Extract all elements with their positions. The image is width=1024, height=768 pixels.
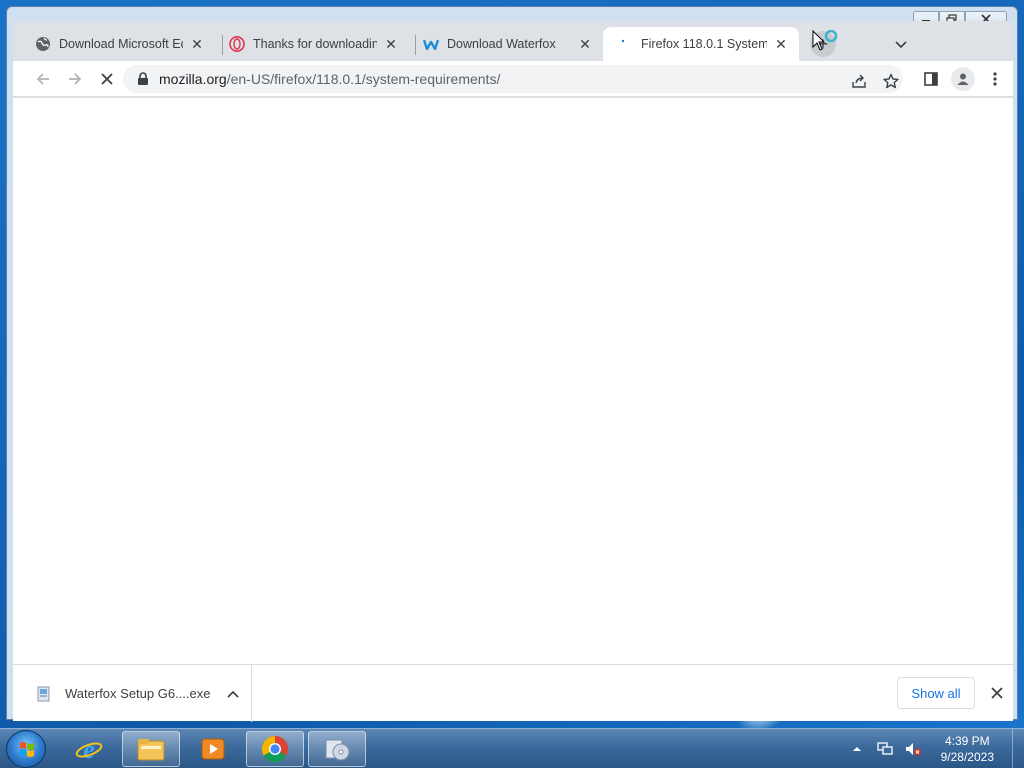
star-icon	[883, 73, 899, 89]
chevron-up-icon	[227, 690, 239, 698]
tab-title: Firefox 118.0.1 System Requirements	[641, 37, 767, 51]
side-panel-icon	[924, 72, 938, 86]
lock-icon	[138, 72, 148, 85]
volume-tray-button[interactable]	[903, 739, 923, 759]
windows-logo-icon	[20, 742, 34, 757]
tab-close-button[interactable]: ✕	[773, 36, 789, 52]
url-host: mozilla.org	[159, 71, 227, 87]
download-file-name: Waterfox Setup G6....exe	[65, 686, 211, 701]
download-item[interactable]: Waterfox Setup G6....exe	[27, 665, 252, 722]
close-icon	[101, 73, 113, 85]
chevron-down-icon	[895, 41, 907, 49]
browser-window: Download Microsoft Edge ✕ Thanks for dow…	[6, 6, 1018, 722]
clock-date: 9/28/2023	[940, 750, 994, 764]
volume-muted-icon	[905, 743, 921, 756]
system-tray: 4:39 PM 9/28/2023	[843, 729, 1024, 768]
tab-firefox-system-requirements[interactable]: Firefox 118.0.1 System Requirements ✕	[603, 27, 799, 61]
internet-explorer-icon: e	[75, 735, 103, 764]
show-all-downloads-button[interactable]: Show all	[897, 677, 975, 709]
folder-icon	[137, 739, 165, 761]
forward-button[interactable]	[63, 67, 87, 91]
close-icon	[991, 687, 1003, 699]
show-desktop-button[interactable]	[1012, 729, 1024, 768]
taskbar-installer[interactable]	[308, 731, 366, 767]
opera-icon	[229, 36, 245, 52]
clock-time: 4:39 PM	[944, 734, 990, 748]
taskbar-internet-explorer[interactable]: e	[60, 731, 118, 767]
arrow-right-icon	[69, 73, 82, 85]
tab-title: Download Waterfox	[447, 37, 556, 51]
installer-file-icon	[37, 686, 50, 701]
bookmark-button[interactable]	[879, 69, 903, 93]
menu-button[interactable]	[983, 67, 1007, 91]
url-path: /en-US/firefox/118.0.1/system-requiremen…	[226, 71, 501, 87]
network-tray-button[interactable]	[875, 739, 895, 759]
chevron-up-icon	[852, 747, 861, 751]
tab-waterfox[interactable]: Download Waterfox ✕	[409, 27, 603, 61]
page-content[interactable]	[13, 98, 1013, 664]
tab-close-button[interactable]: ✕	[189, 36, 205, 52]
tab-search-button[interactable]	[889, 33, 913, 57]
svg-text:e: e	[83, 735, 95, 764]
download-options-button[interactable]	[223, 690, 243, 698]
tab-strip: Download Microsoft Edge ✕ Thanks for dow…	[13, 21, 1013, 61]
chrome-frame: Download Microsoft Edge ✕ Thanks for dow…	[13, 21, 1013, 722]
kebab-menu-icon	[993, 72, 997, 86]
tab-close-button[interactable]: ✕	[577, 36, 593, 52]
avatar-icon	[957, 73, 969, 85]
arrow-left-icon	[36, 73, 49, 85]
share-button[interactable]	[847, 69, 871, 93]
taskbar-chrome[interactable]	[246, 731, 304, 767]
stop-loading-button[interactable]	[95, 67, 119, 91]
taskbar-media-player[interactable]	[184, 731, 242, 767]
media-player-icon	[201, 738, 225, 760]
url-text: mozilla.org/en-US/firefox/118.0.1/system…	[159, 71, 500, 87]
installer-disc-icon	[325, 739, 350, 761]
tab-title: Thanks for downloading	[253, 37, 377, 51]
close-download-shelf-button[interactable]	[985, 681, 1009, 705]
profile-button[interactable]	[951, 67, 975, 91]
address-bar[interactable]: mozilla.org/en-US/firefox/118.0.1/system…	[123, 65, 903, 93]
share-icon	[852, 74, 866, 88]
back-button[interactable]	[31, 67, 55, 91]
chrome-icon	[261, 735, 289, 763]
busy-cursor-icon	[812, 30, 838, 51]
loading-icon	[617, 36, 633, 52]
show-hidden-icons-button[interactable]	[847, 739, 867, 759]
side-panel-button[interactable]	[919, 67, 943, 91]
start-button[interactable]	[6, 730, 46, 768]
download-shelf: Waterfox Setup G6....exe Show all	[13, 664, 1013, 722]
taskbar-file-explorer[interactable]	[122, 731, 180, 767]
tab-opera[interactable]: Thanks for downloading ✕	[215, 27, 409, 61]
tab-title: Download Microsoft Edge	[59, 37, 183, 51]
tab-microsoft-edge[interactable]: Download Microsoft Edge ✕	[21, 27, 215, 61]
tab-close-button[interactable]: ✕	[383, 36, 399, 52]
network-icon	[876, 742, 893, 755]
taskbar-clock[interactable]: 4:39 PM 9/28/2023	[941, 733, 994, 765]
browser-toolbar: mozilla.org/en-US/firefox/118.0.1/system…	[13, 61, 1013, 97]
waterfox-icon	[423, 36, 439, 52]
taskbar: e 4:39 PM 9/28/2023	[0, 728, 1024, 768]
globe-icon	[35, 36, 51, 52]
